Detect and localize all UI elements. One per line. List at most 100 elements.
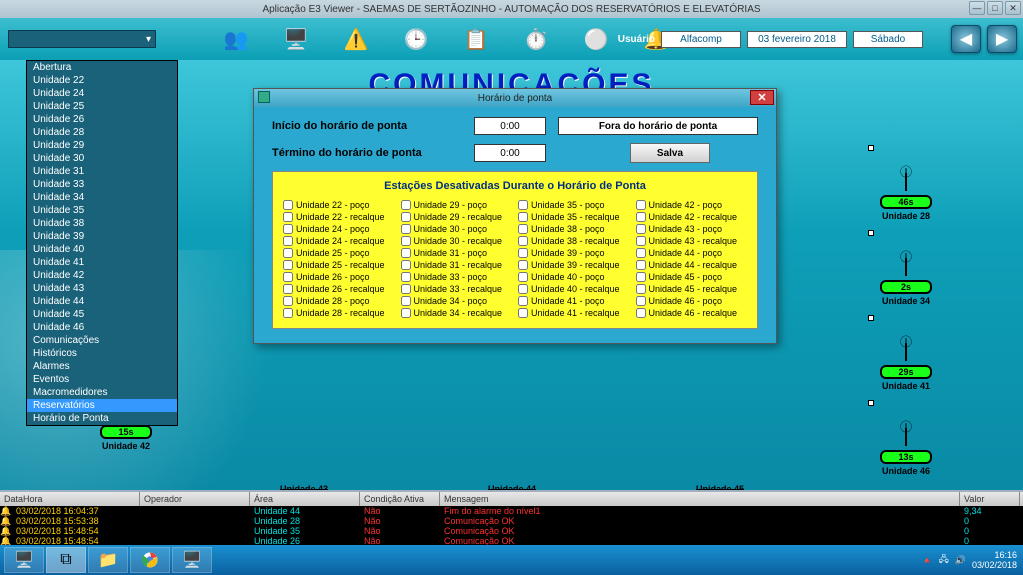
station-checkbox[interactable]: Unidade 41 - poço	[518, 296, 630, 306]
station-checkbox[interactable]: Unidade 43 - recalque	[636, 236, 748, 246]
minimize-button[interactable]: —	[969, 1, 985, 15]
nav-prev-button[interactable]: ◀	[951, 25, 981, 53]
checkbox-input[interactable]	[283, 260, 293, 270]
checkbox-input[interactable]	[401, 284, 411, 294]
checkbox-input[interactable]	[401, 296, 411, 306]
checkbox-input[interactable]	[283, 272, 293, 282]
checkbox-input[interactable]	[518, 212, 528, 222]
sidebar-item[interactable]: Unidade 29	[27, 139, 177, 152]
sidebar-item[interactable]: Eventos	[27, 373, 177, 386]
checkbox-input[interactable]	[401, 200, 411, 210]
checkbox-input[interactable]	[636, 296, 646, 306]
station-checkbox[interactable]: Unidade 22 - poço	[283, 200, 395, 210]
station-widget[interactable]: 29s Unidade 41	[880, 335, 932, 391]
station-checkbox[interactable]: Unidade 44 - poço	[636, 248, 748, 258]
sidebar-item[interactable]: Reservatórios	[27, 399, 177, 412]
checkbox-input[interactable]	[518, 284, 528, 294]
station-checkbox[interactable]: Unidade 33 - recalque	[401, 284, 513, 294]
log-row[interactable]: 🔔 03/02/2018 15:48:54 Unidade 35 Não Com…	[0, 526, 1023, 536]
sidebar-item[interactable]: Macromedidores	[27, 386, 177, 399]
sidebar-item[interactable]: Unidade 46	[27, 321, 177, 334]
station-checkbox[interactable]: Unidade 45 - poço	[636, 272, 748, 282]
log-header-cell[interactable]: Operador	[140, 492, 250, 506]
station-checkbox[interactable]: Unidade 42 - poço	[636, 200, 748, 210]
tray-icon[interactable]: 🔺	[921, 555, 932, 566]
station-checkbox[interactable]: Unidade 34 - recalque	[401, 308, 513, 318]
station-checkbox[interactable]: Unidade 38 - recalque	[518, 236, 630, 246]
checkbox-input[interactable]	[518, 272, 528, 282]
taskbar-app-chrome[interactable]	[130, 547, 170, 573]
log-row[interactable]: 🔔 03/02/2018 15:53:38 Unidade 28 Não Com…	[0, 516, 1023, 526]
log-header-cell[interactable]: Mensagem	[440, 492, 960, 506]
sidebar-item[interactable]: Alarmes	[27, 360, 177, 373]
station-checkbox[interactable]: Unidade 31 - recalque	[401, 260, 513, 270]
gauge-icon[interactable]: ⏱️	[520, 23, 552, 55]
checkbox-input[interactable]	[636, 236, 646, 246]
checkbox-input[interactable]	[636, 224, 646, 234]
station-checkbox[interactable]: Unidade 46 - recalque	[636, 308, 748, 318]
station-checkbox[interactable]: Unidade 41 - recalque	[518, 308, 630, 318]
station-checkbox[interactable]: Unidade 39 - poço	[518, 248, 630, 258]
checkbox-input[interactable]	[636, 284, 646, 294]
users-icon[interactable]: 👥	[220, 23, 252, 55]
taskbar-app-explorer[interactable]: 📁	[88, 547, 128, 573]
station-checkbox[interactable]: Unidade 28 - poço	[283, 296, 395, 306]
checkbox-input[interactable]	[518, 224, 528, 234]
sidebar-item[interactable]: Unidade 25	[27, 100, 177, 113]
notes-icon[interactable]: 📋	[460, 23, 492, 55]
checkbox-input[interactable]	[283, 284, 293, 294]
taskbar-app-powershell[interactable]: ⧉	[46, 547, 86, 573]
taskbar-app-1[interactable]: 🖥️	[4, 547, 44, 573]
checkbox-input[interactable]	[283, 200, 293, 210]
checkbox-input[interactable]	[518, 248, 528, 258]
log-header-cell[interactable]: Área	[250, 492, 360, 506]
nav-dropdown[interactable]	[8, 30, 156, 48]
sidebar-item[interactable]: Unidade 42	[27, 269, 177, 282]
station-checkbox[interactable]: Unidade 29 - poço	[401, 200, 513, 210]
station-checkbox[interactable]: Unidade 38 - poço	[518, 224, 630, 234]
checkbox-input[interactable]	[283, 212, 293, 222]
checkbox-input[interactable]	[636, 260, 646, 270]
station-widget[interactable]: 13s Unidade 46	[880, 420, 932, 476]
maximize-button[interactable]: □	[987, 1, 1003, 15]
station-checkbox[interactable]: Unidade 25 - recalque	[283, 260, 395, 270]
station-checkbox[interactable]: Unidade 40 - recalque	[518, 284, 630, 294]
checkbox-input[interactable]	[518, 236, 528, 246]
checkbox-input[interactable]	[401, 224, 411, 234]
log-header-cell[interactable]: Valor	[960, 492, 1020, 506]
checkbox-input[interactable]	[401, 272, 411, 282]
clock-icon[interactable]: 🕒	[400, 23, 432, 55]
sidebar-item[interactable]: Unidade 44	[27, 295, 177, 308]
tank-icon[interactable]: ⚪	[580, 23, 612, 55]
station-checkbox[interactable]: Unidade 30 - poço	[401, 224, 513, 234]
station-checkbox[interactable]: Unidade 22 - recalque	[283, 212, 395, 222]
taskbar-app-5[interactable]: 🖥️	[172, 547, 212, 573]
station-checkbox[interactable]: Unidade 34 - poço	[401, 296, 513, 306]
log-header-cell[interactable]: DataHora	[0, 492, 140, 506]
end-time-field[interactable]: 0:00	[474, 144, 546, 162]
sidebar-item[interactable]: Unidade 31	[27, 165, 177, 178]
checkbox-input[interactable]	[283, 308, 293, 318]
station-checkbox[interactable]: Unidade 33 - poço	[401, 272, 513, 282]
checkbox-input[interactable]	[283, 248, 293, 258]
sidebar-item[interactable]: Unidade 45	[27, 308, 177, 321]
save-button[interactable]: Salva	[630, 143, 710, 163]
sidebar-item[interactable]: Unidade 40	[27, 243, 177, 256]
checkbox-input[interactable]	[401, 236, 411, 246]
checkbox-input[interactable]	[518, 200, 528, 210]
sidebar-item[interactable]: Unidade 34	[27, 191, 177, 204]
station-checkbox[interactable]: Unidade 35 - recalque	[518, 212, 630, 222]
nav-next-button[interactable]: ▶	[987, 25, 1017, 53]
sidebar-item[interactable]: Comunicações	[27, 334, 177, 347]
sidebar-item[interactable]: Unidade 35	[27, 204, 177, 217]
station-checkbox[interactable]: Unidade 28 - recalque	[283, 308, 395, 318]
sidebar-item[interactable]: Abertura	[27, 61, 177, 74]
sidebar-item[interactable]: Unidade 33	[27, 178, 177, 191]
sidebar-item[interactable]: Unidade 26	[27, 113, 177, 126]
sidebar-item[interactable]: Unidade 24	[27, 87, 177, 100]
sidebar-item[interactable]: Unidade 30	[27, 152, 177, 165]
checkbox-input[interactable]	[518, 296, 528, 306]
sidebar-item[interactable]: Unidade 28	[27, 126, 177, 139]
close-button[interactable]: ✕	[1005, 1, 1021, 15]
warning-icon[interactable]: ⚠️	[340, 23, 372, 55]
